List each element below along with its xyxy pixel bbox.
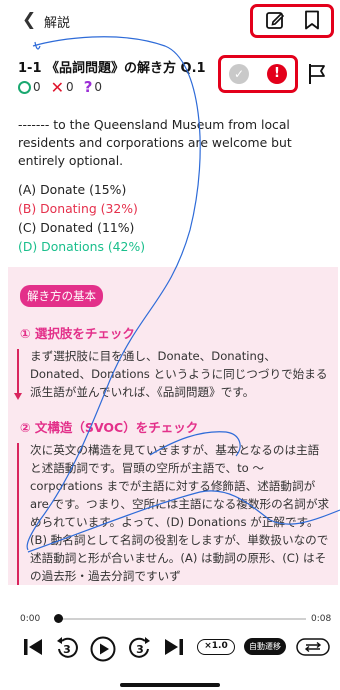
wrong-count: 0 <box>66 80 74 94</box>
choice-c[interactable]: (C) Donated (11%) <box>18 218 145 237</box>
choice-a[interactable]: (A) Donate (15%) <box>18 180 145 199</box>
forward-3-icon[interactable]: 3 <box>128 636 152 660</box>
svg-text:3: 3 <box>136 643 144 656</box>
back-label[interactable]: 解説 <box>44 12 70 31</box>
question-text: ------- to the Queensland Museum from lo… <box>18 117 292 168</box>
chevron-left-icon[interactable]: ❮ <box>22 10 36 30</box>
explanation-panel: 解き方の基本 ① 選択肢をチェック まず選択肢に目を通し、Donate、Dona… <box>8 267 338 585</box>
speed-button[interactable]: ×1.0 <box>197 639 235 655</box>
rewind-3-icon[interactable]: 3 <box>55 636 79 660</box>
choice-d[interactable]: (D) Donations (42%) <box>18 237 145 256</box>
play-icon[interactable] <box>90 636 116 662</box>
skip-previous-icon[interactable] <box>22 636 44 658</box>
correct-circle-icon <box>18 80 31 94</box>
unsure-question-icon: ? <box>83 77 93 96</box>
repeat-icon[interactable] <box>296 638 330 656</box>
choice-b[interactable]: (B) Donating (32%) <box>18 199 145 218</box>
svg-text:3: 3 <box>63 643 71 656</box>
choice-list: (A) Donate (15%) (B) Donating (32%) (C) … <box>18 180 145 256</box>
section-title-2: ② 文構造（SVOC）をチェック <box>20 420 199 435</box>
home-indicator <box>120 683 220 687</box>
section-bar-1 <box>17 349 19 395</box>
progress-knob[interactable] <box>54 614 63 623</box>
correct-count: 0 <box>33 80 41 94</box>
audio-player: 0:00 0:08 3 3 ×1.0 自動遷移 <box>0 585 340 690</box>
bookmark-icon[interactable] <box>304 10 320 30</box>
progress-track[interactable] <box>56 618 306 620</box>
edit-note-icon[interactable] <box>265 10 285 30</box>
question-title: 1-1 《品詞問題》の解き方 Q.1 <box>18 61 206 76</box>
section-body-1: まず選択肢に目を通し、Donate、Donating、Donated、Donat… <box>30 349 328 399</box>
alert-circle-icon[interactable]: ! <box>267 64 287 84</box>
header-bar: ❮ 解説 <box>0 0 340 42</box>
arrow-down-icon <box>14 393 22 400</box>
check-circle-icon[interactable]: ✓ <box>229 64 249 84</box>
section-title-1: ① 選択肢をチェック <box>20 326 135 341</box>
answer-stats: 0 ✕ 0 ? 0 <box>18 77 112 97</box>
auto-advance-button[interactable]: 自動遷移 <box>244 638 286 655</box>
highlight-box <box>250 4 334 38</box>
section-bar-2 <box>17 443 19 585</box>
skip-next-icon[interactable] <box>163 636 185 658</box>
total-time: 0:08 <box>311 614 332 624</box>
flag-icon[interactable] <box>307 63 327 85</box>
wrong-cross-icon: ✕ <box>50 77 65 97</box>
section-body-2: 次に英文の構造を見ていきますが、基本となるのは主語と述語動詞です。冒頭の空所が主… <box>30 443 330 583</box>
explanation-badge: 解き方の基本 <box>20 285 103 307</box>
unsure-count: 0 <box>94 80 103 94</box>
current-time: 0:00 <box>20 614 41 624</box>
